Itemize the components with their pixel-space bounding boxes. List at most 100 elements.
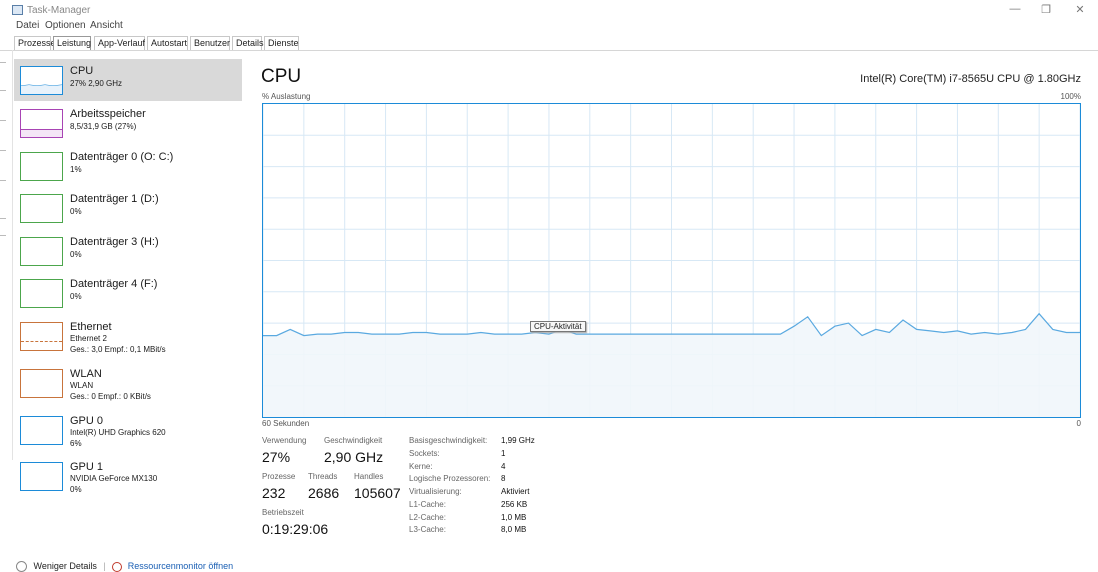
info-value-kerne: 4 — [501, 462, 506, 471]
sidebar-item-cpu[interactable]: CPU 27% 2,90 GHz — [14, 59, 242, 101]
menu-optionen[interactable]: Optionen — [45, 20, 86, 31]
disk-mini-graph — [20, 279, 63, 308]
info-value-sockets: 1 — [501, 449, 506, 458]
info-label-virtualisierung: Virtualisierung: — [409, 487, 462, 496]
info-value-virtualisierung: Aktiviert — [501, 487, 530, 496]
sidebar-item-title: Datenträger 0 (O: C:) — [70, 151, 174, 163]
edge-tick — [0, 218, 6, 219]
sidebar-item-ethernet[interactable]: Ethernet Ethernet 2 Ges.: 3,0 Empf.: 0,1… — [14, 315, 242, 357]
window-title: Task-Manager — [27, 5, 91, 16]
sidebar-item-datentraeger-3[interactable]: Datenträger 3 (H:) 0% — [14, 230, 242, 272]
menu-ansicht[interactable]: Ansicht — [90, 20, 123, 31]
tab-benutzer[interactable]: Benutzer — [190, 36, 230, 50]
tab-details[interactable]: Details — [232, 36, 264, 50]
handles-label: Handles — [354, 472, 384, 481]
sidebar-item-sub: 8,5/31,9 GB (27%) — [70, 122, 137, 131]
maximize-button[interactable]: ❐ — [1036, 3, 1056, 16]
threads-label: Threads — [308, 472, 338, 481]
y-axis-label: % Auslastung — [262, 92, 311, 101]
sidebar-item-sub: 27% 2,90 GHz — [70, 79, 123, 88]
tab-divider — [0, 50, 1098, 51]
sidebar-item-gpu-0[interactable]: GPU 0 Intel(R) UHD Graphics 620 6% — [14, 409, 242, 451]
sidebar-item-datentraeger-4[interactable]: Datenträger 4 (F:) 0% — [14, 272, 242, 314]
cpu-usage-chart — [262, 103, 1081, 418]
sidebar-item-sub: Ethernet 2 — [70, 334, 107, 343]
edge-tick — [0, 62, 6, 63]
tab-autostart[interactable]: Autostart — [147, 36, 188, 50]
edge-tick — [0, 120, 6, 121]
minimize-button[interactable]: — — [1005, 3, 1025, 15]
cpu-activity-tooltip: CPU-Aktivität — [530, 321, 586, 332]
resource-monitor-link[interactable]: Ressourcenmonitor öffnen — [128, 561, 233, 571]
disk-mini-graph — [20, 237, 63, 266]
sidebar-item-sub: NVIDIA GeForce MX130 — [70, 474, 158, 483]
handles-value: 105607 — [354, 485, 401, 501]
sidebar-item-wlan[interactable]: WLAN WLAN Ges.: 0 Empf.: 0 KBit/s — [14, 362, 242, 404]
background-window-edge — [0, 50, 13, 460]
cpu-chart-svg — [263, 104, 1080, 417]
geschwindigkeit-value: 2,90 GHz — [324, 449, 384, 465]
tab-leistung[interactable]: Leistung — [53, 36, 91, 50]
betriebszeit-label: Betriebszeit — [262, 508, 304, 517]
info-value-basisgeschwindigkeit: 1,99 GHz — [501, 436, 535, 445]
info-value-logische-prozessoren: 8 — [501, 474, 506, 483]
sidebar-item-sub: 0% — [70, 250, 82, 259]
sidebar-item-datentraeger-0[interactable]: Datenträger 0 (O: C:) 1% — [14, 145, 242, 187]
sidebar-item-sub2: 0% — [70, 485, 82, 494]
y-axis-max-label: 100% — [1060, 92, 1081, 101]
info-value-l3-cache: 8,0 MB — [501, 525, 527, 534]
fewer-details-link[interactable]: Weniger Details — [34, 561, 97, 571]
edge-tick — [0, 180, 6, 181]
page-title: CPU — [261, 66, 302, 87]
info-label-logische-prozessoren: Logische Prozessoren: — [409, 474, 491, 483]
network-mini-graph — [20, 369, 63, 398]
resource-sidebar: CPU 27% 2,90 GHz Arbeitsspeicher 8,5/31,… — [14, 59, 242, 509]
info-value-l1-cache: 256 KB — [501, 500, 528, 509]
sidebar-item-sub: Intel(R) UHD Graphics 620 — [70, 428, 166, 437]
verwendung-value: 27% — [262, 449, 291, 465]
edge-tick — [0, 150, 6, 151]
prozesse-value: 232 — [262, 485, 286, 501]
close-button[interactable]: ✕ — [1070, 3, 1090, 16]
x-axis-end-label: 0 — [1076, 419, 1081, 428]
edge-tick — [0, 235, 6, 236]
info-label-l3-cache: L3-Cache: — [409, 525, 446, 534]
network-mini-graph — [20, 322, 63, 351]
gpu-mini-graph — [20, 416, 63, 445]
sidebar-item-title: Datenträger 4 (F:) — [70, 278, 158, 290]
sidebar-item-title: Datenträger 3 (H:) — [70, 236, 159, 248]
x-axis-label: 60 Sekunden — [262, 419, 310, 428]
sidebar-item-gpu-1[interactable]: GPU 1 NVIDIA GeForce MX130 0% — [14, 455, 242, 497]
sidebar-item-title: GPU 1 — [70, 461, 104, 473]
footer-bar: Weniger Details | Ressourcenmonitor öffn… — [16, 561, 233, 572]
geschwindigkeit-label: Geschwindigkeit — [324, 436, 383, 445]
cpu-model-name: Intel(R) Core(TM) i7-8565U CPU @ 1.80GHz — [860, 73, 1081, 85]
info-label-sockets: Sockets: — [409, 449, 440, 458]
sidebar-item-datentraeger-1[interactable]: Datenträger 1 (D:) 0% — [14, 187, 242, 229]
memory-mini-graph — [20, 109, 63, 138]
sidebar-item-sub: 0% — [70, 207, 82, 216]
prozesse-label: Prozesse — [262, 472, 296, 481]
tab-dienste[interactable]: Dienste — [264, 36, 299, 50]
gpu-mini-graph — [20, 462, 63, 491]
sidebar-item-title: Datenträger 1 (D:) — [70, 193, 159, 205]
resource-monitor-icon — [112, 561, 123, 572]
menu-datei[interactable]: Datei — [16, 20, 39, 31]
tab-prozesse[interactable]: Prozesse — [14, 36, 56, 50]
disk-mini-graph — [20, 194, 63, 223]
title-bar: Task-Manager — ❐ ✕ — [0, 0, 1098, 20]
info-value-l2-cache: 1,0 MB — [501, 513, 527, 522]
edge-tick — [0, 90, 6, 91]
sidebar-item-sub: 1% — [70, 165, 82, 174]
chevron-up-icon[interactable] — [16, 561, 27, 572]
sidebar-item-sub: 0% — [70, 292, 82, 301]
sidebar-item-title: Arbeitsspeicher — [70, 108, 146, 120]
tab-app-verlauf[interactable]: App-Verlauf — [94, 36, 145, 50]
sidebar-item-title: WLAN — [70, 368, 102, 380]
info-label-l2-cache: L2-Cache: — [409, 513, 446, 522]
footer-separator: | — [103, 561, 106, 571]
sidebar-item-title: Ethernet — [70, 321, 112, 333]
sidebar-item-arbeitsspeicher[interactable]: Arbeitsspeicher 8,5/31,9 GB (27%) — [14, 102, 242, 144]
disk-mini-graph — [20, 152, 63, 181]
sidebar-item-sub2: Ges.: 0 Empf.: 0 KBit/s — [70, 392, 151, 401]
